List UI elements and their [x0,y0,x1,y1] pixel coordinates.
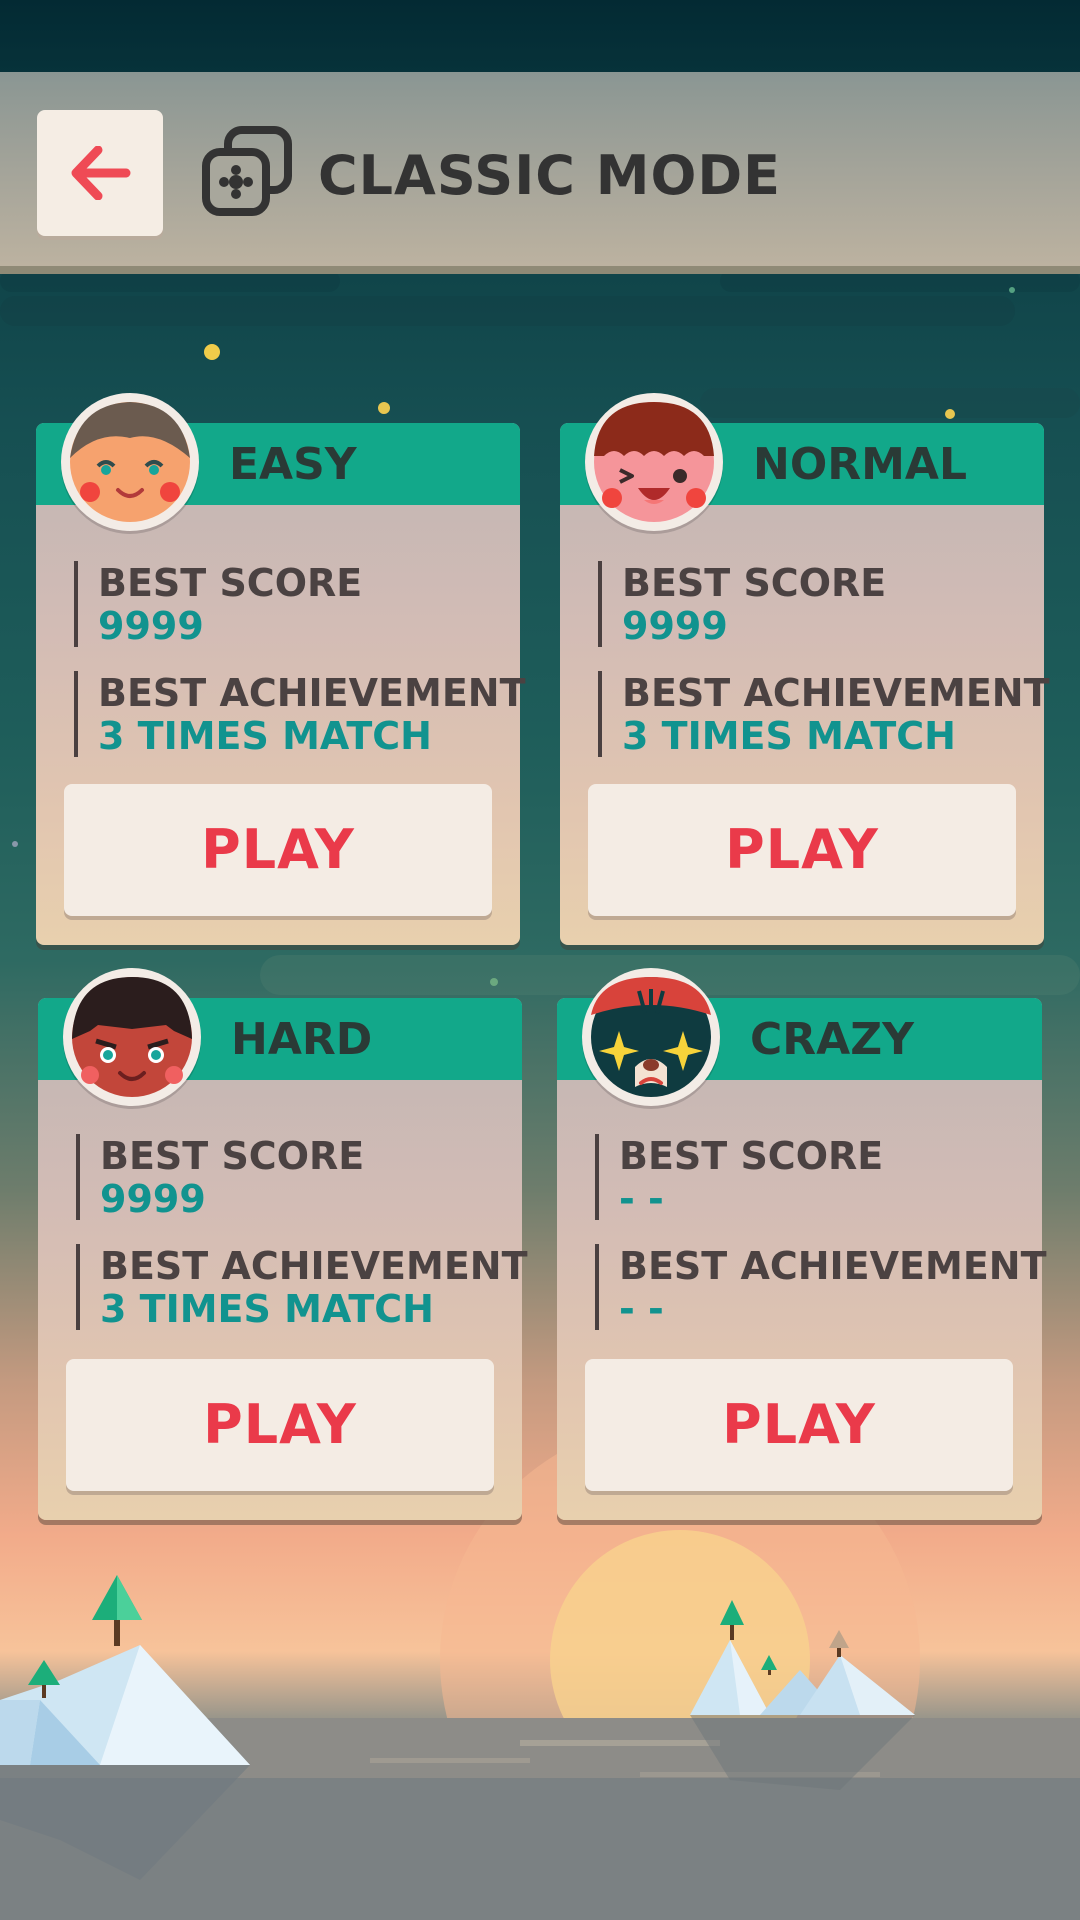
arrow-left-icon [71,146,131,200]
best-score-block: BEST SCORE 9999 [76,1134,520,1220]
best-score-label: BEST SCORE [100,1134,365,1178]
best-score-block: BEST SCORE 9999 [74,561,518,647]
play-button[interactable]: PLAY [585,1359,1013,1491]
best-score-block: BEST SCORE 9999 [598,561,1042,647]
play-button[interactable]: PLAY [64,784,492,916]
top-header: CLASSIC MODE [0,72,1080,274]
best-achievement-label: BEST ACHIEVEMENT [619,1244,1047,1288]
best-score-value: - - [619,1177,664,1221]
best-achievement-block: BEST ACHIEVEMENT - - [595,1244,1047,1331]
crazy-cat-face-icon [582,968,720,1106]
difficulty-card-hard: HARD BEST SCORE 9999 BEST ACHIEVEMENT 3 … [38,968,528,1520]
best-score-value: 9999 [622,604,728,648]
card-title: CRAZY [750,1014,914,1065]
back-button[interactable] [37,110,163,236]
card-title: EASY [229,439,357,490]
hard-face-icon [63,968,201,1106]
difficulty-card-easy: EASY BEST SCORE 9999 BEST ACHIEVEMENT 3 … [36,393,526,945]
card-title: HARD [231,1014,373,1065]
normal-face-icon [585,393,723,531]
play-button[interactable]: PLAY [66,1359,494,1491]
card-title: NORMAL [753,439,967,490]
best-achievement-block: BEST ACHIEVEMENT 3 TIMES MATCH [598,671,1050,758]
best-achievement-label: BEST ACHIEVEMENT [98,671,526,715]
best-achievement-block: BEST ACHIEVEMENT 3 TIMES MATCH [76,1244,528,1331]
best-achievement-value: 3 TIMES MATCH [622,714,956,758]
best-achievement-label: BEST ACHIEVEMENT [622,671,1050,715]
best-score-value: 9999 [100,1177,206,1221]
background-scenery [0,143,1080,1920]
best-achievement-value: 3 TIMES MATCH [100,1287,434,1331]
best-achievement-value: - - [619,1287,664,1331]
best-score-value: 9999 [98,604,204,648]
cards-icon [202,126,292,216]
best-achievement-label: BEST ACHIEVEMENT [100,1244,528,1288]
difficulty-card-crazy: CRAZY BEST SCORE - - BEST ACHIEVEMENT - … [557,968,1047,1520]
best-score-label: BEST SCORE [619,1134,884,1178]
best-achievement-block: BEST ACHIEVEMENT 3 TIMES MATCH [74,671,526,758]
best-score-label: BEST SCORE [622,561,887,605]
best-score-label: BEST SCORE [98,561,363,605]
best-score-block: BEST SCORE - - [595,1134,1039,1220]
best-achievement-value: 3 TIMES MATCH [98,714,432,758]
difficulty-card-normal: NORMAL BEST SCORE 9999 BEST ACHIEVEMENT … [560,393,1050,945]
easy-face-icon [61,393,199,531]
page-title: CLASSIC MODE [318,144,782,207]
play-button[interactable]: PLAY [588,784,1016,916]
